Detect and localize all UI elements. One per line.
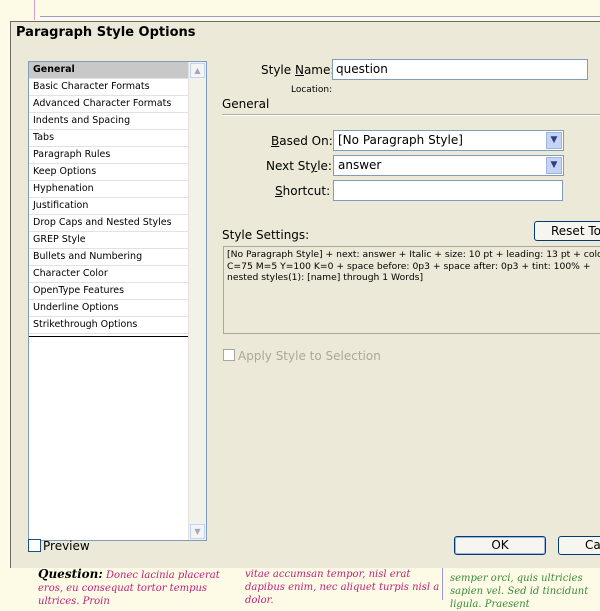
based-on-value: [No Paragraph Style] bbox=[338, 133, 463, 147]
category-list-items: General Basic Character Formats Advanced C… bbox=[29, 62, 189, 337]
based-on-dropdown[interactable]: [No Paragraph Style] ▼ bbox=[333, 130, 564, 151]
scroll-up-arrow-icon[interactable]: ▲ bbox=[190, 63, 205, 78]
next-style-label: Next Style: bbox=[266, 159, 332, 173]
style-name-input[interactable]: question bbox=[332, 59, 588, 80]
next-style-value: answer bbox=[338, 158, 382, 172]
dialog-title: Paragraph Style Options bbox=[16, 25, 196, 40]
dialog-titlebar[interactable]: Paragraph Style Options bbox=[11, 22, 600, 44]
column-guide bbox=[442, 568, 443, 600]
question-paragraph-continued: vitae accumsan tempor, nisl erat dapibus… bbox=[245, 569, 440, 606]
location-label: Location: bbox=[291, 85, 333, 95]
shortcut-input[interactable] bbox=[333, 180, 563, 201]
apply-style-label: Apply Style to Selection bbox=[238, 349, 381, 363]
category-item-underline-options[interactable]: Underline Options bbox=[29, 300, 189, 317]
style-settings-label: Style Settings: bbox=[222, 228, 310, 242]
category-item-bullets-and-numbering[interactable]: Bullets and Numbering bbox=[29, 249, 189, 266]
category-item-character-color[interactable]: Character Color bbox=[29, 266, 189, 283]
category-item-strikethrough-options[interactable]: Strikethrough Options bbox=[29, 317, 189, 334]
based-on-label: Based On: bbox=[271, 134, 333, 148]
chevron-down-icon[interactable]: ▼ bbox=[546, 157, 562, 174]
margin-guide-horizontal bbox=[40, 16, 600, 17]
preview-label: Preview bbox=[43, 539, 90, 553]
section-title: General bbox=[222, 97, 270, 111]
category-item-justification[interactable]: Justification bbox=[29, 198, 189, 215]
paragraph-style-options-dialog: Paragraph Style Options General Basic Cha… bbox=[10, 21, 600, 574]
scroll-down-arrow-icon[interactable]: ▼ bbox=[190, 524, 205, 539]
cancel-button[interactable]: Cancel bbox=[558, 536, 600, 555]
reset-to-base-button[interactable]: Reset To bbox=[534, 221, 600, 241]
category-item-keep-options[interactable]: Keep Options bbox=[29, 164, 189, 181]
apply-style-checkbox[interactable] bbox=[223, 349, 235, 361]
chevron-down-icon[interactable]: ▼ bbox=[546, 132, 562, 149]
style-name-label: Style Name: bbox=[261, 63, 335, 77]
category-list[interactable]: General Basic Character Formats Advanced C… bbox=[28, 61, 207, 541]
section-divider bbox=[222, 114, 600, 116]
document-bottom-strip: Question: Donec lacinia placerat eros, e… bbox=[0, 568, 600, 610]
category-item-opentype-features[interactable]: OpenType Features bbox=[29, 283, 189, 300]
category-item-general[interactable]: General bbox=[29, 62, 189, 79]
category-item-hyphenation[interactable]: Hyphenation bbox=[29, 181, 189, 198]
category-item-basic-character-formats[interactable]: Basic Character Formats bbox=[29, 79, 189, 96]
category-list-scrollbar[interactable]: ▲ ▼ bbox=[188, 62, 206, 540]
ok-button[interactable]: OK bbox=[454, 536, 546, 555]
category-item-advanced-character-formats[interactable]: Advanced Character Formats bbox=[29, 96, 189, 113]
category-item-drop-caps-and-nested-styles[interactable]: Drop Caps and Nested Styles bbox=[29, 215, 189, 232]
category-item-grep-style[interactable]: GREP Style bbox=[29, 232, 189, 249]
answer-paragraph: semper orci, quis ultricies sapien vel. … bbox=[450, 573, 589, 610]
category-item-paragraph-rules[interactable]: Paragraph Rules bbox=[29, 147, 189, 164]
margin-guide-vertical bbox=[34, 0, 35, 20]
category-item-indents-and-spacing[interactable]: Indents and Spacing bbox=[29, 113, 189, 130]
shortcut-label: Shortcut: bbox=[275, 184, 331, 198]
style-settings-summary: [No Paragraph Style] + next: answer + It… bbox=[223, 246, 600, 334]
preview-checkbox[interactable] bbox=[28, 539, 41, 552]
question-paragraph: Question: Donec lacinia placerat eros, e… bbox=[38, 567, 220, 608]
document-top-strip bbox=[0, 0, 600, 20]
next-style-dropdown[interactable]: answer ▼ bbox=[333, 155, 564, 176]
category-item-tabs[interactable]: Tabs bbox=[29, 130, 189, 147]
